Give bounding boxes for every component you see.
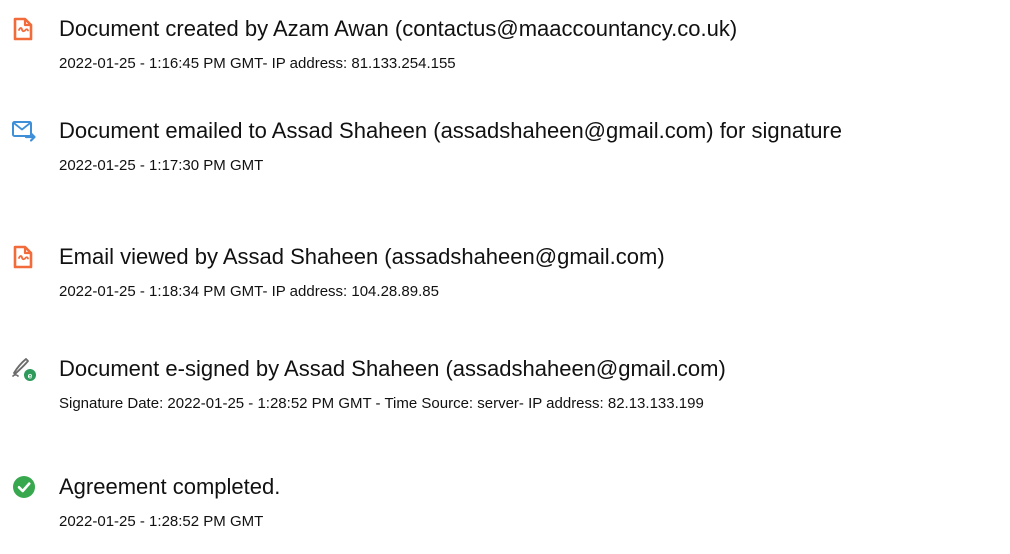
event-detail: 2022-01-25 - 1:16:45 PM GMT- IP address:… — [59, 55, 456, 72]
event-agreement-completed: Agreement completed. 2022-01-25 - 1:28:5… — [0, 474, 1010, 554]
email-sent-icon — [11, 118, 37, 144]
check-circle-icon — [11, 474, 37, 500]
event-title: Document e-signed by Assad Shaheen (assa… — [59, 356, 726, 381]
event-document-esigned: e Document e-signed by Assad Shaheen (as… — [0, 356, 1010, 436]
event-document-created: Document created by Azam Awan (contactus… — [0, 16, 1010, 96]
event-title: Document created by Azam Awan (contactus… — [59, 16, 738, 41]
event-email-viewed: Email viewed by Assad Shaheen (assadshah… — [0, 244, 1010, 324]
svg-text:e: e — [28, 370, 33, 380]
event-title: Agreement completed. — [59, 474, 281, 499]
document-icon — [11, 16, 37, 42]
event-detail: Signature Date: 2022-01-25 - 1:28:52 PM … — [59, 395, 704, 412]
event-detail: 2022-01-25 - 1:17:30 PM GMT — [59, 157, 264, 174]
event-document-emailed: Document emailed to Assad Shaheen (assad… — [0, 118, 1010, 198]
event-detail: 2022-01-25 - 1:28:52 PM GMT — [59, 513, 264, 530]
event-title: Document emailed to Assad Shaheen (assad… — [59, 118, 842, 143]
event-detail: 2022-01-25 - 1:18:34 PM GMT- IP address:… — [59, 283, 439, 300]
event-title: Email viewed by Assad Shaheen (assadshah… — [59, 244, 665, 269]
esign-pen-icon: e — [11, 356, 37, 382]
document-icon — [11, 244, 37, 270]
